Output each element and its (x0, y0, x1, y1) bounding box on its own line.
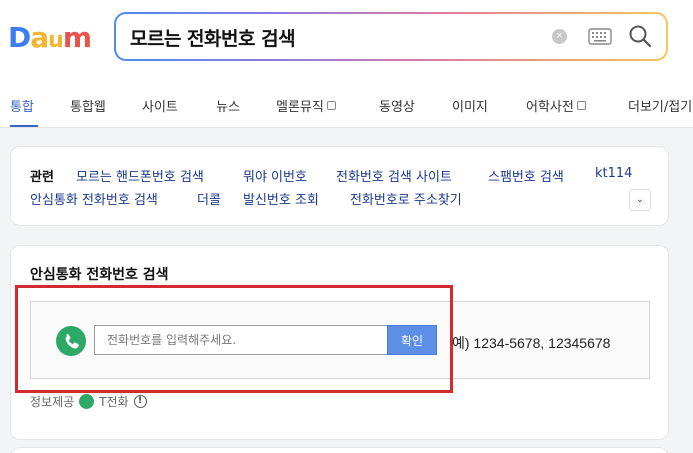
tab-video[interactable]: 동영상 (379, 96, 415, 115)
related-link[interactable]: 모르는 핸드폰번호 검색 (76, 166, 204, 185)
tab-site[interactable]: 사이트 (142, 96, 178, 115)
tab-melon-music[interactable]: 멜론뮤직 (276, 96, 336, 115)
safe-call-card: 안심통화 전화번호 검색 전화번호를 입력해주세요. 확인 예) 1234-56… (10, 245, 669, 440)
safe-call-panel: 전화번호를 입력해주세요. 확인 예) 1234-5678, 12345678 (30, 301, 650, 379)
close-circle-icon[interactable]: × (552, 29, 567, 44)
related-link[interactable]: 안심통화 전화번호 검색 (30, 189, 158, 208)
tab-dictionary[interactable]: 어학사전 (526, 96, 586, 115)
search-tabs: 통합 통합웹 사이트 뉴스 멜론뮤직 동영상 이미지 어학사전 더보기/접기 (0, 80, 693, 128)
chevron-down-icon[interactable]: ⌄ (629, 189, 651, 211)
related-link[interactable]: 더콜 (197, 189, 221, 208)
related-link[interactable]: 전화번호 검색 사이트 (336, 166, 452, 185)
safe-call-title: 안심통화 전화번호 검색 (30, 267, 169, 283)
provider-label: 정보제공 (30, 395, 75, 409)
confirm-button[interactable]: 확인 (387, 325, 437, 355)
active-tab-indicator (10, 125, 38, 127)
related-link[interactable]: 전화번호로 주소찾기 (350, 189, 462, 208)
search-input[interactable]: 모르는 전화번호 검색 (130, 24, 296, 51)
related-link[interactable]: 발신번호 조회 (243, 189, 319, 208)
provider-name: T전화 (99, 395, 129, 409)
provider-info: 정보제공 T전화 ! (30, 393, 147, 410)
tab-integrated-web[interactable]: 통합웹 (70, 96, 106, 115)
search-box: 모르는 전화번호 검색 × (114, 12, 668, 61)
example-text: 예) 1234-5678, 12345678 (452, 335, 611, 351)
external-link-icon (576, 101, 586, 110)
daum-logo[interactable]: Daum (8, 20, 92, 52)
phone-number-input[interactable]: 전화번호를 입력해주세요. (94, 325, 388, 355)
tab-news[interactable]: 뉴스 (216, 96, 240, 115)
related-title: 관련 (30, 170, 54, 185)
keyboard-icon[interactable] (588, 28, 612, 45)
related-searches-card: 관련 모르는 핸드폰번호 검색 뭐야 이번호 전화번호 검색 사이트 스팸번호 … (10, 146, 669, 226)
next-card (10, 447, 669, 453)
info-icon[interactable]: ! (133, 395, 147, 408)
search-icon[interactable] (628, 24, 652, 48)
phone-icon (56, 326, 86, 356)
tab-image[interactable]: 이미지 (452, 96, 488, 115)
tab-more[interactable]: 더보기/접기 (628, 96, 692, 115)
related-link[interactable]: 뭐야 이번호 (243, 166, 307, 185)
related-link[interactable]: 스팸번호 검색 (488, 166, 564, 185)
phone-icon (79, 394, 95, 409)
header: Daum 모르는 전화번호 검색 × (0, 0, 693, 80)
tab-integrated[interactable]: 통합 (10, 96, 34, 115)
related-link[interactable]: kt114 (595, 166, 632, 181)
external-link-icon (326, 101, 336, 110)
